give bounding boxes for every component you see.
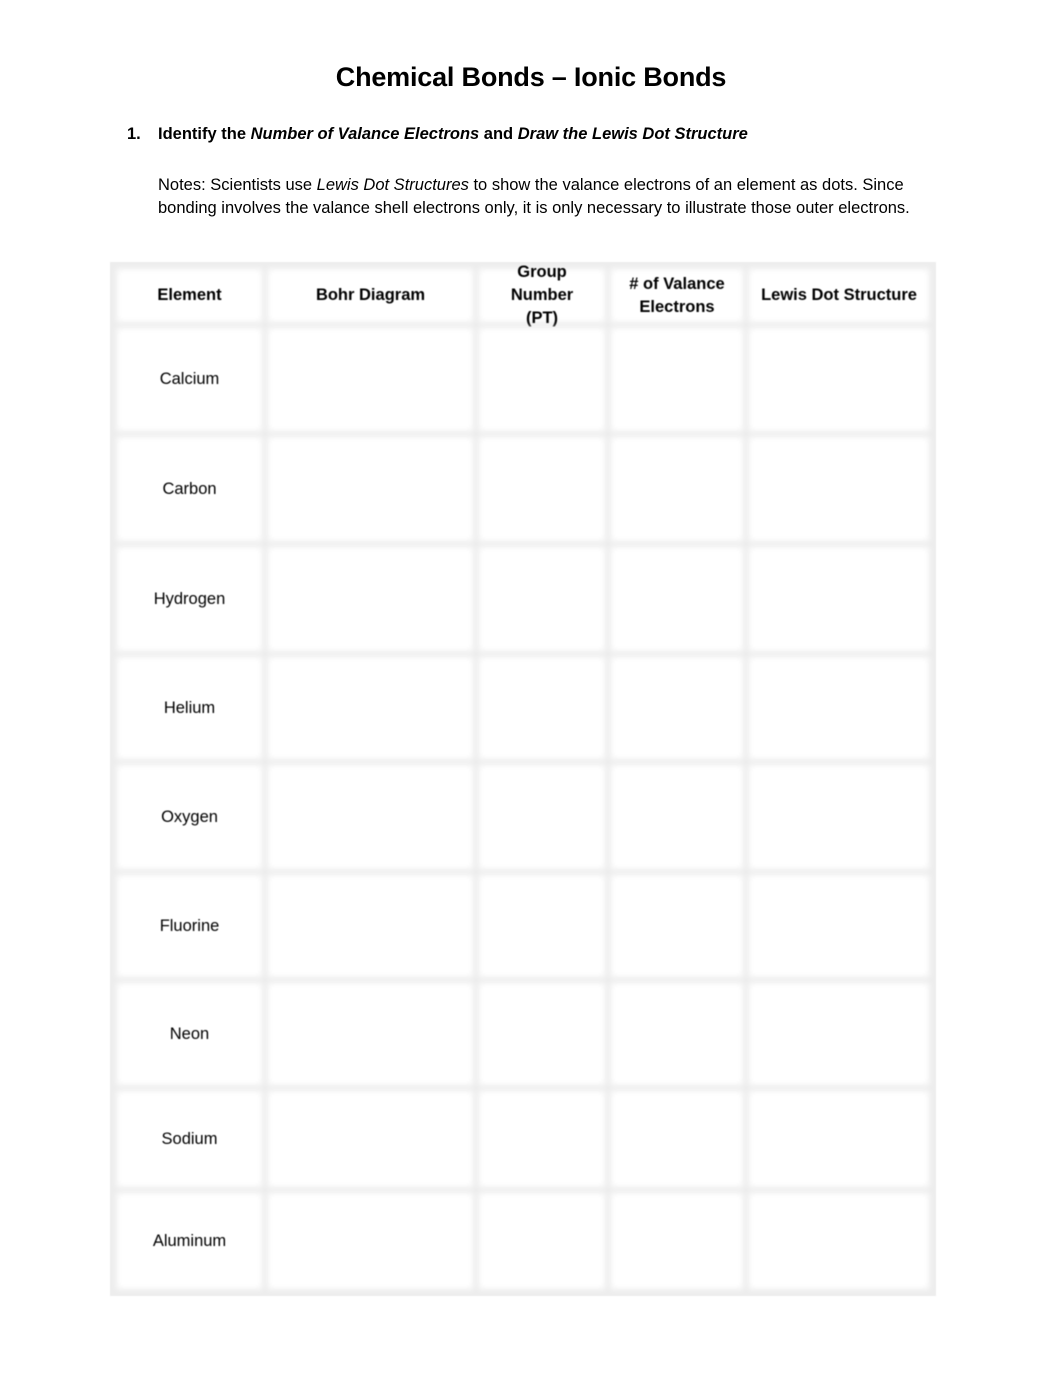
bohr-diagram-answer-cell[interactable] [272,661,469,755]
valance-electrons-answer-cell[interactable] [615,441,739,537]
group-number-answer-cell[interactable] [483,1197,601,1285]
question-prefix: Identify the [158,125,251,143]
group-number-answer-cell[interactable] [483,332,601,427]
element-name-cell: Aluminum [121,1197,258,1285]
question-1: 1. Identify the Number of Valance Electr… [127,125,748,144]
notes-prefix: Notes: Scientists use [158,176,317,194]
element-table: Element Bohr Diagram Group Number (PT) # of… [110,262,936,1296]
valance-electrons-answer-cell[interactable] [615,1095,739,1183]
valance-electrons-answer-cell[interactable] [615,551,739,647]
lewis-dot-structure-answer-cell[interactable] [753,769,925,865]
element-name-cell: Oxygen [121,769,258,865]
bohr-diagram-answer-cell[interactable] [272,769,469,865]
lewis-dot-structure-answer-cell[interactable] [753,1095,925,1183]
lewis-dot-structure-answer-cell[interactable] [753,879,925,973]
bohr-diagram-answer-cell[interactable] [272,441,469,537]
bohr-diagram-answer-cell[interactable] [272,879,469,973]
group-number-answer-cell[interactable] [483,987,601,1081]
element-name-cell: Calcium [121,332,258,427]
valance-electrons-answer-cell[interactable] [615,332,739,427]
bohr-diagram-answer-cell[interactable] [272,987,469,1081]
question-number: 1. [127,125,141,143]
valance-electrons-answer-cell[interactable] [615,661,739,755]
notes-paragraph: Notes: Scientists use Lewis Dot Structur… [158,174,938,220]
lewis-dot-structure-answer-cell[interactable] [753,1197,925,1285]
lewis-dot-structure-answer-cell[interactable] [753,551,925,647]
lewis-dot-structure-answer-cell[interactable] [753,441,925,537]
lewis-dot-structure-answer-cell[interactable] [753,332,925,427]
bohr-diagram-answer-cell[interactable] [272,1095,469,1183]
header-group-number: Group Number (PT) [483,263,601,327]
question-emphasis-1: Number of Valance Electrons [250,125,480,143]
header-bohr-diagram: Bohr Diagram [272,273,469,318]
valance-electrons-answer-cell[interactable] [615,769,739,865]
bohr-diagram-answer-cell[interactable] [272,332,469,427]
question-mid: and [479,125,518,143]
bohr-diagram-answer-cell[interactable] [272,1197,469,1285]
element-name-cell: Neon [121,987,258,1081]
element-name-cell: Fluorine [121,879,258,973]
header-element: Element [121,273,258,318]
element-name-cell: Sodium [121,1095,258,1183]
element-name-cell: Helium [121,661,258,755]
group-number-answer-cell[interactable] [483,769,601,865]
question-emphasis-2: Draw the Lewis Dot Structure [517,125,748,143]
group-number-answer-cell[interactable] [483,1095,601,1183]
lewis-dot-structure-answer-cell[interactable] [753,661,925,755]
worksheet-title: Chemical Bonds – Ionic Bonds [335,62,727,92]
header-valance-electrons: # of Valance Electrons [615,273,739,318]
group-number-answer-cell[interactable] [483,879,601,973]
group-number-answer-cell[interactable] [483,551,601,647]
bohr-diagram-answer-cell[interactable] [272,551,469,647]
element-name-cell: Carbon [121,441,258,537]
valance-electrons-answer-cell[interactable] [615,1197,739,1285]
valance-electrons-answer-cell[interactable] [615,879,739,973]
group-number-answer-cell[interactable] [483,441,601,537]
lewis-dot-structure-answer-cell[interactable] [753,987,925,1081]
valance-electrons-answer-cell[interactable] [615,987,739,1081]
group-number-answer-cell[interactable] [483,661,601,755]
element-name-cell: Hydrogen [121,551,258,647]
question-text: Identify the Number of Valance Electrons… [158,125,748,144]
notes-emphasis: Lewis Dot Structures [316,176,469,194]
header-lewis-dot-structure: Lewis Dot Structure [753,273,925,318]
